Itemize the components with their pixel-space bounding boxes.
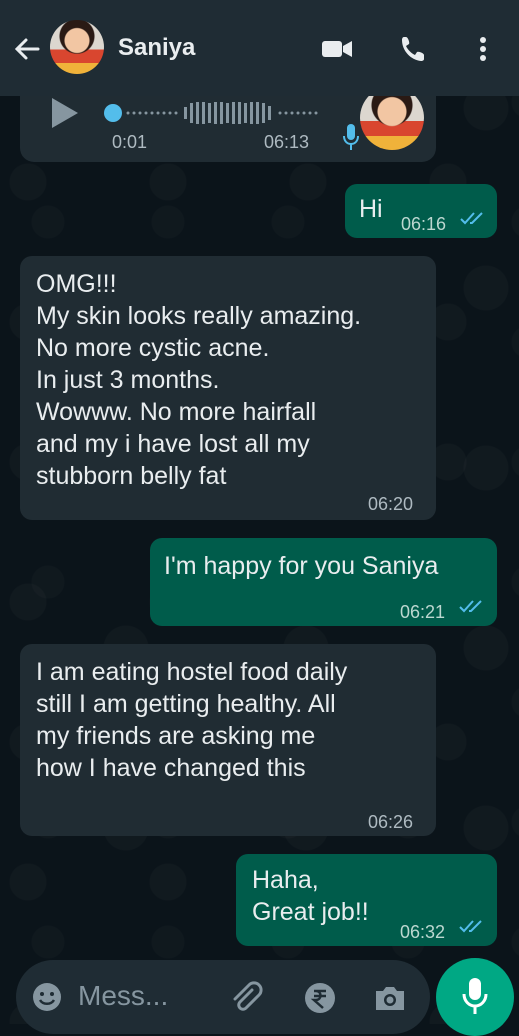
voice-record-button[interactable] bbox=[436, 958, 514, 1036]
double-check-icon bbox=[459, 920, 482, 933]
contact-name[interactable]: Saniya bbox=[118, 34, 195, 62]
play-icon[interactable] bbox=[52, 98, 78, 128]
message-text: Hi bbox=[359, 195, 383, 223]
playback-position-dot[interactable] bbox=[104, 104, 122, 122]
contact-avatar[interactable] bbox=[50, 20, 104, 74]
message-time: 06:21 bbox=[400, 602, 446, 622]
waveform bbox=[126, 102, 318, 124]
double-check-icon bbox=[459, 600, 482, 613]
microphone-icon bbox=[343, 124, 359, 150]
message-incoming[interactable]: OMG!!! My skin looks really amazing. No … bbox=[20, 256, 436, 520]
message-time: 06:32 bbox=[400, 922, 446, 942]
message-outgoing[interactable]: I'm happy for you Saniya 06:21 bbox=[150, 538, 497, 626]
message-time: 06:20 bbox=[368, 494, 414, 514]
microphone-icon bbox=[462, 978, 488, 1014]
message-time: 06:26 bbox=[368, 812, 414, 832]
message-input[interactable]: Mess... bbox=[78, 980, 168, 1012]
voice-time: 06:13 bbox=[264, 132, 310, 152]
double-check-icon bbox=[460, 212, 483, 225]
message-time: 06:16 bbox=[401, 214, 447, 234]
paperclip-icon[interactable] bbox=[228, 980, 264, 1016]
emoji-icon[interactable] bbox=[30, 980, 64, 1014]
video-call-icon[interactable] bbox=[320, 34, 354, 64]
camera-icon[interactable] bbox=[372, 980, 408, 1016]
phone-icon[interactable] bbox=[398, 34, 432, 64]
arrow-left-icon[interactable] bbox=[12, 34, 42, 64]
message-text: I am eating hostel food daily still I am… bbox=[36, 658, 348, 782]
message-outgoing[interactable]: Hi 06:16 bbox=[345, 184, 497, 238]
message-text: OMG!!! My skin looks really amazing. No … bbox=[36, 270, 362, 490]
rupee-icon[interactable] bbox=[302, 980, 338, 1016]
message-composer[interactable]: Mess... bbox=[16, 960, 430, 1034]
message-text: Haha, Great job!! bbox=[252, 866, 369, 926]
voice-position: 0:01 bbox=[112, 132, 148, 152]
message-text: I'm happy for you Saniya bbox=[164, 552, 439, 580]
chat-header: Saniya bbox=[0, 0, 519, 96]
message-outgoing[interactable]: Haha, Great job!! 06:32 bbox=[236, 854, 497, 946]
message-incoming[interactable]: I am eating hostel food daily still I am… bbox=[20, 644, 436, 836]
more-vertical-icon[interactable] bbox=[470, 34, 496, 64]
